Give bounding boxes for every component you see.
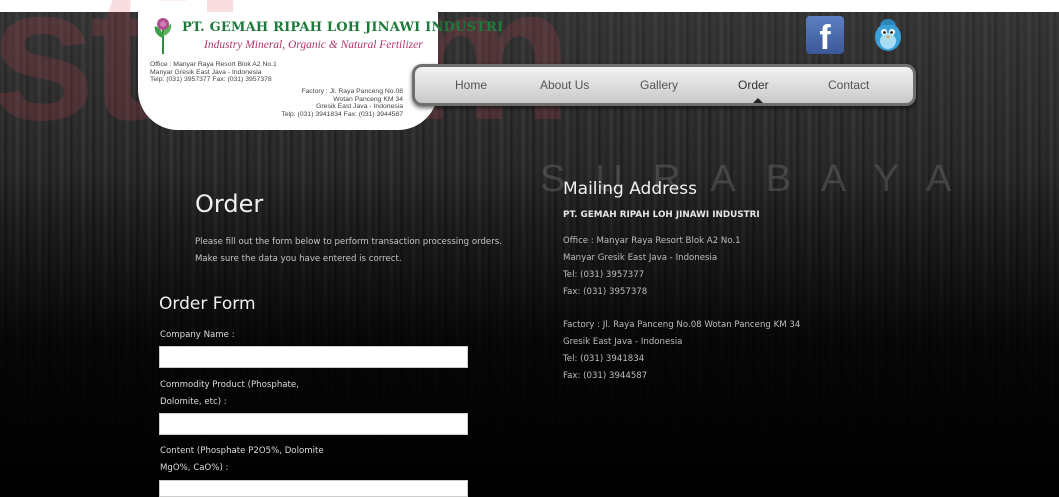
nav-order[interactable]: Order	[738, 78, 769, 92]
label-line: Commodity Product (Phosphate,	[160, 380, 299, 390]
instruction-line: Please fill out the form below to perfor…	[195, 237, 502, 247]
commodity-product-input[interactable]	[159, 413, 468, 435]
header-office-line: Office : Manyar Raya Resort Blok A2 No.1	[150, 61, 277, 68]
mailing-company-name: PT. GEMAH RIPAH LOH JINAWI INDUSTRI	[563, 210, 760, 220]
mailing-address-title: Mailing Address	[563, 179, 697, 199]
order-instructions: Please fill out the form below to perfor…	[195, 234, 502, 268]
header-factory-line: Wotan Panceng KM 34	[333, 95, 403, 103]
label-line: MgO%, CaO%) :	[160, 463, 229, 473]
active-nav-indicator	[753, 98, 763, 103]
address-line: Factory : Jl. Raya Panceng No.08 Wotan P…	[563, 320, 801, 330]
nav-gallery[interactable]: Gallery	[640, 78, 678, 92]
address-line: Fax: (031) 3957378	[563, 287, 648, 297]
label-line: Content (Phosphate P2O5%, Dolomite	[160, 446, 324, 456]
top-band	[0, 0, 1059, 12]
company-name: PT. GEMAH RIPAH LOH JINAWI INDUSTRI	[182, 20, 504, 35]
mailing-office-address: Office : Manyar Raya Resort Blok A2 No.1…	[563, 233, 741, 301]
content-label: Content (Phosphate P2O5%, Dolomite MgO%,…	[160, 443, 324, 477]
facebook-icon[interactable]: f	[806, 16, 844, 57]
instruction-line: Make sure the data you have entered is c…	[195, 254, 402, 264]
company-name-input[interactable]	[159, 346, 468, 368]
company-logo-card[interactable]: PT. GEMAH RIPAH LOH JINAWI INDUSTRI Indu…	[138, 12, 503, 130]
header-factory-address: Factory : Jl. Raya Panceng No.08 Wotan P…	[281, 88, 403, 118]
mailing-factory-address: Factory : Jl. Raya Panceng No.08 Wotan P…	[563, 317, 800, 385]
nav-contact[interactable]: Contact	[828, 78, 869, 92]
header-office-line: Telp: (031) 3957377 Fax: (031) 3957378	[150, 76, 272, 84]
header-factory-line: Gresik East Java - Indonesia	[316, 103, 403, 111]
nav-home[interactable]: Home	[455, 78, 487, 92]
company-tagline: Industry Mineral, Organic & Natural Fert…	[204, 39, 423, 51]
content-input[interactable]	[159, 480, 468, 497]
main-navigation: Home About Us Gallery Order Contact	[412, 64, 916, 106]
nav-about-us[interactable]: About Us	[540, 78, 589, 92]
address-line: Tel: (031) 3957377	[563, 270, 645, 280]
address-line: Tel: (031) 3941834	[563, 354, 645, 364]
header-office-address: Office : Manyar Raya Resort Blok A2 No.1…	[150, 61, 277, 84]
header-factory-line: Telp: (031) 3941834 Fax: (031) 3944587	[281, 110, 403, 118]
address-line: Gresik East Java - Indonesia	[563, 337, 683, 347]
header-office-line: Manyar Gresik East Java - Indonesia	[150, 68, 262, 76]
address-line: Office : Manyar Raya Resort Blok A2 No.1	[563, 236, 741, 246]
label-line: Dolomite, etc) :	[160, 397, 227, 407]
address-line: Fax: (031) 3944587	[563, 371, 648, 381]
address-line: Manyar Gresik East Java - Indonesia	[563, 253, 718, 263]
header-factory-line: Factory : Jl. Raya Panceng No.08	[301, 88, 403, 95]
company-name-label: Company Name :	[160, 330, 235, 340]
twitter-bird-icon[interactable]	[870, 15, 906, 55]
page-title: Order	[195, 190, 264, 218]
commodity-product-label: Commodity Product (Phosphate, Dolomite, …	[160, 377, 299, 411]
logo-emblem-icon	[154, 18, 172, 55]
order-form-title: Order Form	[159, 294, 256, 314]
